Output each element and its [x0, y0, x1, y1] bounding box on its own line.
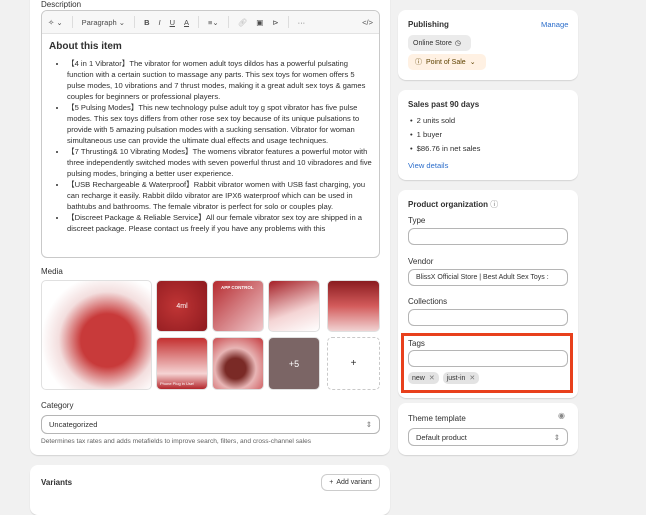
organization-title: Product organization ⓘ [408, 200, 499, 209]
media-thumb[interactable] [212, 337, 264, 390]
chevron-down-icon: ⌄ [469, 59, 476, 66]
vendor-label: Vendor [408, 257, 434, 266]
plus-icon: + [329, 479, 334, 486]
view-details-link[interactable]: View details [408, 161, 448, 170]
channel-point-of-sale[interactable]: ⓘ Point of Sale ⌄ [408, 54, 486, 70]
align-icon[interactable]: ≡⌄ [208, 18, 219, 27]
sales-list: 2 units sold 1 buyer $86.76 in net sales [410, 116, 481, 158]
bullet-item: 【USB Rechargeable & Waterproof】Rabbit vi… [67, 179, 372, 212]
remove-tag-icon[interactable]: ✕ [429, 374, 435, 382]
bullet-item: 【Discreet Package & Reliable Service】All… [67, 212, 372, 234]
info-icon[interactable]: ⓘ [490, 200, 498, 209]
theme-select[interactable]: Default product ⇕ [408, 428, 568, 446]
schedule-icon: ◷ [454, 40, 462, 47]
tags-input[interactable] [408, 350, 568, 367]
channel-online-store[interactable]: Online Store ◷ [408, 35, 471, 51]
editor-toolbar: ✧ ⌄ Paragraph ⌄ B I U A ≡⌄ 🔗︎ ▣ ⊳ ··· </… [42, 11, 379, 34]
type-input[interactable] [408, 228, 568, 245]
media-add-button[interactable]: + [327, 337, 380, 390]
link-icon[interactable]: 🔗︎ [238, 18, 248, 27]
media-thumb[interactable] [268, 280, 320, 332]
description-label: Description [41, 0, 82, 9]
theme-title: Theme template [408, 414, 466, 423]
sales-title: Sales past 90 days [408, 100, 480, 109]
bullet-item: 【5 Pulsing Modes】This new technology pul… [67, 102, 372, 146]
add-variant-button[interactable]: + Add variant [321, 474, 380, 491]
bullet-item: 【7 Thrusting& 10 Vibrating Modes】The wom… [67, 146, 372, 179]
video-icon[interactable]: ⊳ [272, 18, 278, 27]
category-select[interactable]: Uncategorized ⇕ [41, 415, 380, 434]
warning-icon: ⓘ [415, 59, 422, 66]
media-thumb[interactable]: APP CONTROL [212, 280, 264, 332]
sales-item: $86.76 in net sales [410, 144, 481, 153]
collections-input[interactable] [408, 309, 568, 326]
category-help: Determines tax rates and adds metafields… [41, 438, 312, 445]
underline-button[interactable]: U [170, 18, 175, 27]
select-arrows-icon: ⇕ [365, 420, 372, 429]
eye-icon[interactable]: ◉ [558, 411, 565, 420]
select-arrows-icon: ⇕ [553, 432, 560, 442]
collections-label: Collections [408, 297, 448, 306]
code-view-button[interactable]: </> [362, 18, 373, 27]
media-thumb[interactable]: 4ml [156, 280, 208, 332]
image-icon[interactable]: ▣ [256, 18, 263, 27]
bold-button[interactable]: B [144, 18, 149, 27]
media-thumb[interactable] [327, 280, 380, 332]
editor-content[interactable]: About this item 【4 in 1 Vibrator】The vib… [42, 34, 379, 240]
tags-list: new ✕ just-in ✕ [408, 372, 483, 384]
sales-item: 2 units sold [410, 116, 480, 125]
variants-title: Variants [41, 478, 73, 487]
category-label: Category [41, 401, 74, 410]
tag-chip: new ✕ [408, 372, 439, 384]
italic-button[interactable]: I [158, 18, 160, 27]
vendor-input[interactable]: BlissX Official Store | Best Adult Sex T… [408, 269, 568, 286]
media-thumb[interactable]: Phone Plug in Use! [156, 337, 208, 390]
remove-tag-icon[interactable]: ✕ [469, 374, 475, 382]
description-editor[interactable]: ✧ ⌄ Paragraph ⌄ B I U A ≡⌄ 🔗︎ ▣ ⊳ ··· </… [41, 10, 380, 258]
bullet-item: 【4 in 1 Vibrator】The vibrator for women … [67, 58, 372, 102]
sales-item: 1 buyer [410, 130, 480, 139]
media-label: Media [41, 267, 63, 276]
media-more-thumb[interactable]: +5 [268, 337, 320, 390]
paragraph-select[interactable]: Paragraph ⌄ [82, 18, 125, 27]
ai-magic-icon[interactable]: ✧ ⌄ [48, 18, 63, 27]
more-button[interactable]: ··· [298, 18, 306, 27]
content-heading: About this item [49, 41, 122, 52]
manage-link[interactable]: Manage [541, 20, 568, 29]
media-main-image[interactable] [41, 280, 152, 390]
tags-label: Tags [408, 339, 425, 348]
tag-chip: just-in ✕ [442, 372, 480, 384]
publishing-title: Publishing [408, 20, 449, 29]
text-color-button[interactable]: A [184, 18, 189, 27]
type-label: Type [408, 216, 426, 225]
